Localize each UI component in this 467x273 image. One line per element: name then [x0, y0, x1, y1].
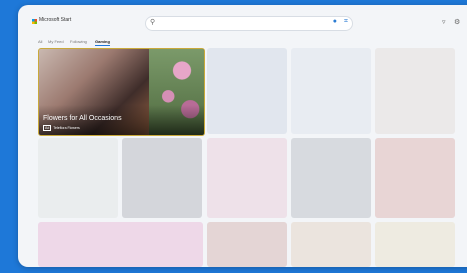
tab-gaming[interactable]: Gaming [95, 39, 110, 46]
feed-card[interactable] [291, 48, 371, 134]
layout-icon[interactable]: ▿ [442, 18, 446, 26]
search-icon[interactable]: ⚲ [150, 18, 155, 26]
browser-window: Microsoft Start ⚲ ● ⌗ ▿ ⚙ All My Feed Fo… [18, 5, 467, 267]
hero-ad-card[interactable]: Flowers for All Occasions Ad Teleflora Fl… [38, 48, 205, 136]
settings-gear-icon[interactable]: ⚙ [454, 18, 460, 26]
ad-tag: Ad [43, 125, 52, 131]
feed-card[interactable] [375, 48, 455, 134]
hero-sponsor: Ad Teleflora Flowers [43, 125, 80, 131]
hero-title[interactable]: Flowers for All Occasions [43, 115, 122, 122]
feed-card[interactable] [38, 222, 203, 267]
feed-card[interactable] [207, 48, 287, 134]
tab-following[interactable]: Following [70, 39, 87, 44]
tab-all[interactable]: All [38, 39, 42, 44]
feed-card[interactable] [375, 222, 455, 267]
brand-name[interactable]: Microsoft Start [39, 17, 71, 23]
feed-card[interactable] [207, 222, 287, 267]
tab-my-feed[interactable]: My Feed [48, 39, 64, 44]
feed-card[interactable] [291, 222, 371, 267]
microphone-icon[interactable]: ● [333, 18, 337, 25]
visual-search-icon[interactable]: ⌗ [344, 18, 348, 26]
feed-card[interactable] [122, 138, 202, 218]
feed-card[interactable] [291, 138, 371, 218]
feed-card[interactable] [38, 138, 118, 218]
microsoft-logo-icon [32, 19, 37, 24]
search-box[interactable]: ⚲ ● ⌗ [145, 16, 353, 31]
feed-card[interactable] [207, 138, 287, 218]
feed-card[interactable] [375, 138, 455, 218]
sponsor-name: Teleflora Flowers [53, 126, 80, 130]
top-bar: Microsoft Start ⚲ ● ⌗ ▿ ⚙ [18, 5, 467, 38]
